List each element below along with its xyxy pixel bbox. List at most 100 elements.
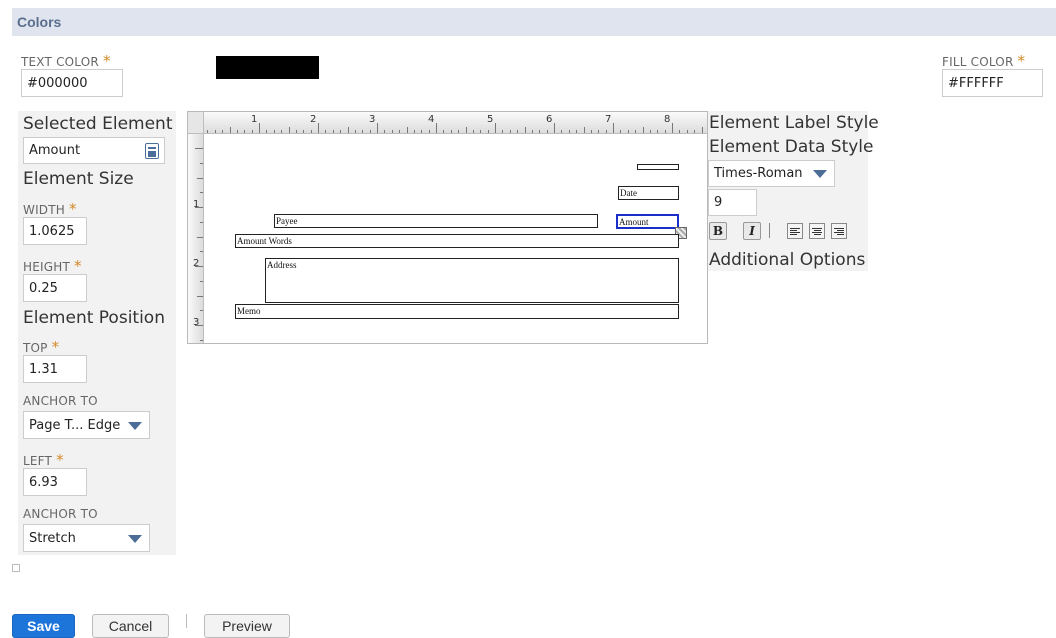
selected-element-heading: Selected Element: [23, 114, 173, 134]
left-input[interactable]: 6.93: [23, 468, 87, 496]
ruler-number: 3: [369, 114, 376, 125]
ruler-tick: [195, 148, 203, 149]
ruler-tick: [384, 130, 386, 133]
ruler-tick: [509, 130, 511, 133]
required-asterisk: *: [51, 338, 60, 356]
ruler-tick: [273, 130, 275, 133]
width-input[interactable]: 1.0625: [23, 217, 87, 245]
ruler-tick: [266, 130, 268, 133]
text-color-swatch: [216, 56, 319, 79]
text-color-input[interactable]: #000000: [21, 69, 123, 97]
ruler-top: 1 2 3 4 5 6 7 8: [188, 112, 707, 134]
anchor-to-select-1[interactable]: Page T... Edge: [23, 411, 150, 439]
text-color-label: TEXT COLOR *: [21, 52, 111, 70]
align-right-button[interactable]: [831, 223, 847, 239]
ruler-tick: [428, 130, 430, 133]
height-label: HEIGHT *: [23, 257, 82, 275]
align-left-button[interactable]: [787, 223, 803, 239]
selected-element-select[interactable]: Amount: [23, 137, 165, 164]
top-input[interactable]: 1.31: [23, 355, 87, 383]
fill-color-label-text: FILL COLOR: [942, 55, 1014, 69]
required-asterisk: *: [102, 52, 111, 70]
height-input[interactable]: 0.25: [23, 274, 87, 302]
ruler-tick: [200, 280, 203, 282]
ruler-tick: [222, 130, 224, 133]
fill-color-input[interactable]: #FFFFFF: [942, 69, 1043, 97]
anchor-to-value-1: Page T... Edge: [29, 417, 121, 433]
left-label-text: LEFT: [23, 454, 53, 468]
ruler-tick: [200, 192, 203, 194]
ruler-tick: [576, 130, 578, 133]
checkbox[interactable]: [12, 564, 20, 572]
anchor-to-select-2[interactable]: Stretch: [23, 524, 150, 552]
text-color-value: #000000: [27, 75, 88, 91]
ruler-tick: [480, 130, 482, 133]
align-center-button[interactable]: [809, 223, 825, 239]
ruler-number: 3: [193, 317, 200, 328]
ruler-number: 4: [428, 114, 435, 125]
italic-button[interactable]: I: [743, 222, 761, 240]
ruler-tick: [561, 130, 563, 133]
ruler-tick: [679, 130, 681, 133]
ruler-tick: [377, 123, 378, 133]
ruler-tick: [332, 130, 334, 133]
ruler-tick: [406, 127, 408, 133]
ruler-tick: [200, 221, 203, 223]
ruler-tick: [207, 130, 209, 133]
ruler-tick: [236, 130, 238, 133]
cancel-button[interactable]: Cancel: [92, 614, 169, 638]
ruler-tick: [340, 130, 342, 133]
ruler-tick: [288, 127, 290, 133]
canvas-element-number[interactable]: [637, 164, 679, 170]
bold-button[interactable]: B: [709, 222, 727, 240]
width-label: WIDTH *: [23, 200, 77, 218]
italic-icon: I: [749, 224, 755, 238]
canvas-element-memo[interactable]: Memo: [235, 304, 679, 319]
ruler-tick: [590, 130, 592, 133]
top-label: TOP *: [23, 338, 59, 356]
ruler-tick: [200, 251, 203, 253]
canvas-element-date[interactable]: Date: [618, 186, 679, 200]
ruler-tick: [310, 130, 312, 133]
ruler-tick: [613, 123, 614, 133]
ruler-tick: [583, 127, 585, 133]
layout-canvas[interactable]: 1 2 3 4 5 6 7 8 1 2 3 Date Payee Amount Amount Wo…: [187, 111, 708, 344]
chevron-down-icon: [128, 422, 142, 430]
ruler-corner: [188, 112, 204, 134]
ruler-tick: [672, 123, 673, 133]
ruler-number: 2: [193, 258, 200, 269]
ruler-tick: [244, 130, 246, 133]
element-position-heading: Element Position: [23, 308, 165, 328]
element-size-heading: Element Size: [23, 169, 134, 189]
font-family-value: Times-Roman: [714, 166, 803, 181]
bold-icon: B: [712, 224, 724, 238]
canvas-element-amount-words[interactable]: Amount Words: [235, 234, 679, 248]
ruler-tick: [362, 130, 364, 133]
save-button[interactable]: Save: [12, 614, 75, 638]
ruler-tick: [354, 130, 356, 133]
ruler-tick: [200, 339, 203, 341]
ruler-tick: [627, 130, 629, 133]
chevron-down-icon: [813, 170, 827, 178]
top-value: 1.31: [29, 361, 58, 377]
ruler-tick: [502, 130, 504, 133]
ruler-tick: [554, 123, 555, 133]
ruler-tick: [517, 130, 519, 133]
font-size-input[interactable]: 9: [708, 189, 757, 216]
ruler-tick: [214, 130, 216, 133]
preview-button[interactable]: Preview: [204, 614, 290, 638]
list-icon[interactable]: [145, 143, 159, 159]
ruler-tick: [413, 130, 415, 133]
ruler-tick: [657, 130, 659, 133]
ruler-tick: [531, 130, 533, 133]
ruler-tick: [303, 130, 305, 133]
font-family-select[interactable]: Times-Roman: [708, 160, 835, 187]
canvas-element-amount[interactable]: Amount: [616, 214, 679, 229]
canvas-element-address[interactable]: Address: [265, 258, 679, 303]
ruler-tick: [568, 130, 570, 133]
ruler-tick: [197, 177, 203, 179]
fill-color-label: FILL COLOR *: [942, 52, 1025, 70]
ruler-number: 1: [193, 199, 200, 210]
canvas-element-payee[interactable]: Payee: [274, 214, 598, 228]
font-size-value: 9: [714, 195, 723, 210]
